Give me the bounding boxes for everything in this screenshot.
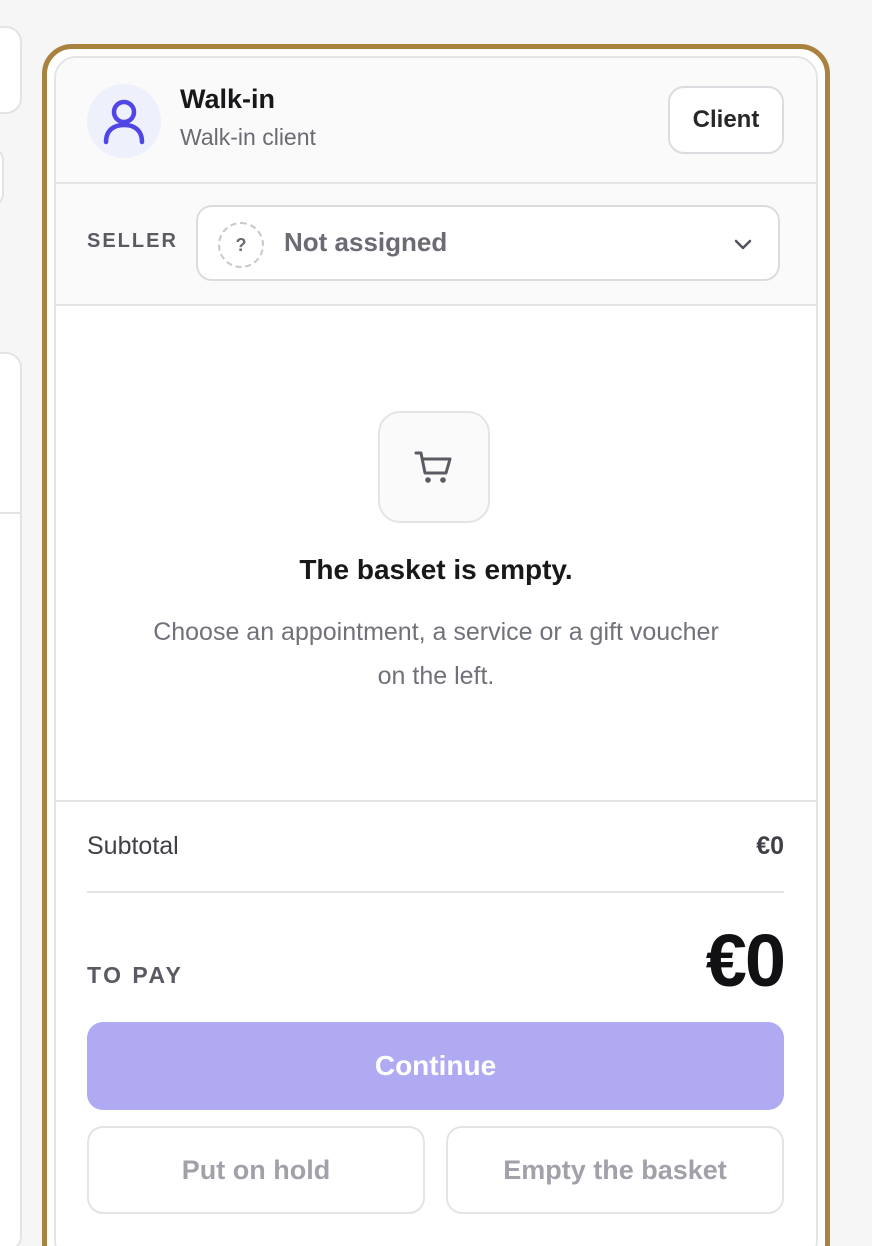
empty-basket-title: The basket is empty.: [299, 554, 573, 585]
to-pay-value: €0: [705, 919, 786, 1002]
basket-items-area: The basket is empty. Choose an appointme…: [56, 306, 816, 800]
chevron-down-icon: [734, 239, 752, 250]
basket-panel: Walk-in Walk-in client Client SELLER ? N…: [54, 56, 818, 1246]
unassigned-seller-icon: ?: [218, 222, 264, 268]
seller-selected-value: Not assigned: [284, 227, 448, 257]
seller-label: SELLER: [87, 230, 178, 252]
left-panel-card: [0, 26, 22, 114]
seller-row: SELLER ? Not assigned: [56, 184, 816, 306]
empty-basket-illustration: [378, 411, 490, 523]
checkout-screen: Walk-in Walk-in client Client SELLER ? N…: [0, 0, 872, 1246]
seller-select[interactable]: ? Not assigned: [196, 205, 780, 281]
client-name: Walk-in: [180, 84, 276, 114]
user-icon: [103, 99, 145, 145]
totals-section: Subtotal €0 TO PAY €0 Continue Put on ho…: [56, 800, 816, 1246]
empty-basket-button[interactable]: Empty the basket: [446, 1126, 784, 1214]
subtotal-label: Subtotal: [87, 832, 179, 860]
select-client-button[interactable]: Client: [668, 86, 784, 154]
totals-divider: [87, 891, 784, 893]
left-panel-card: [0, 352, 22, 1246]
put-on-hold-button[interactable]: Put on hold: [87, 1126, 425, 1214]
subtotal-value: €0: [756, 832, 784, 860]
to-pay-label: TO PAY: [87, 962, 184, 988]
client-subtitle: Walk-in client: [180, 124, 316, 150]
client-avatar: [87, 84, 161, 158]
empty-basket-description: Choose an appointment, a service or a gi…: [153, 618, 719, 690]
basket-panel-highlight: Walk-in Walk-in client Client SELLER ? N…: [42, 44, 830, 1246]
continue-button[interactable]: Continue: [87, 1022, 784, 1110]
shopping-cart-icon: [414, 451, 452, 483]
left-panel-card: [0, 148, 4, 206]
client-header: Walk-in Walk-in client Client: [56, 58, 816, 184]
left-panel-divider: [0, 512, 22, 514]
